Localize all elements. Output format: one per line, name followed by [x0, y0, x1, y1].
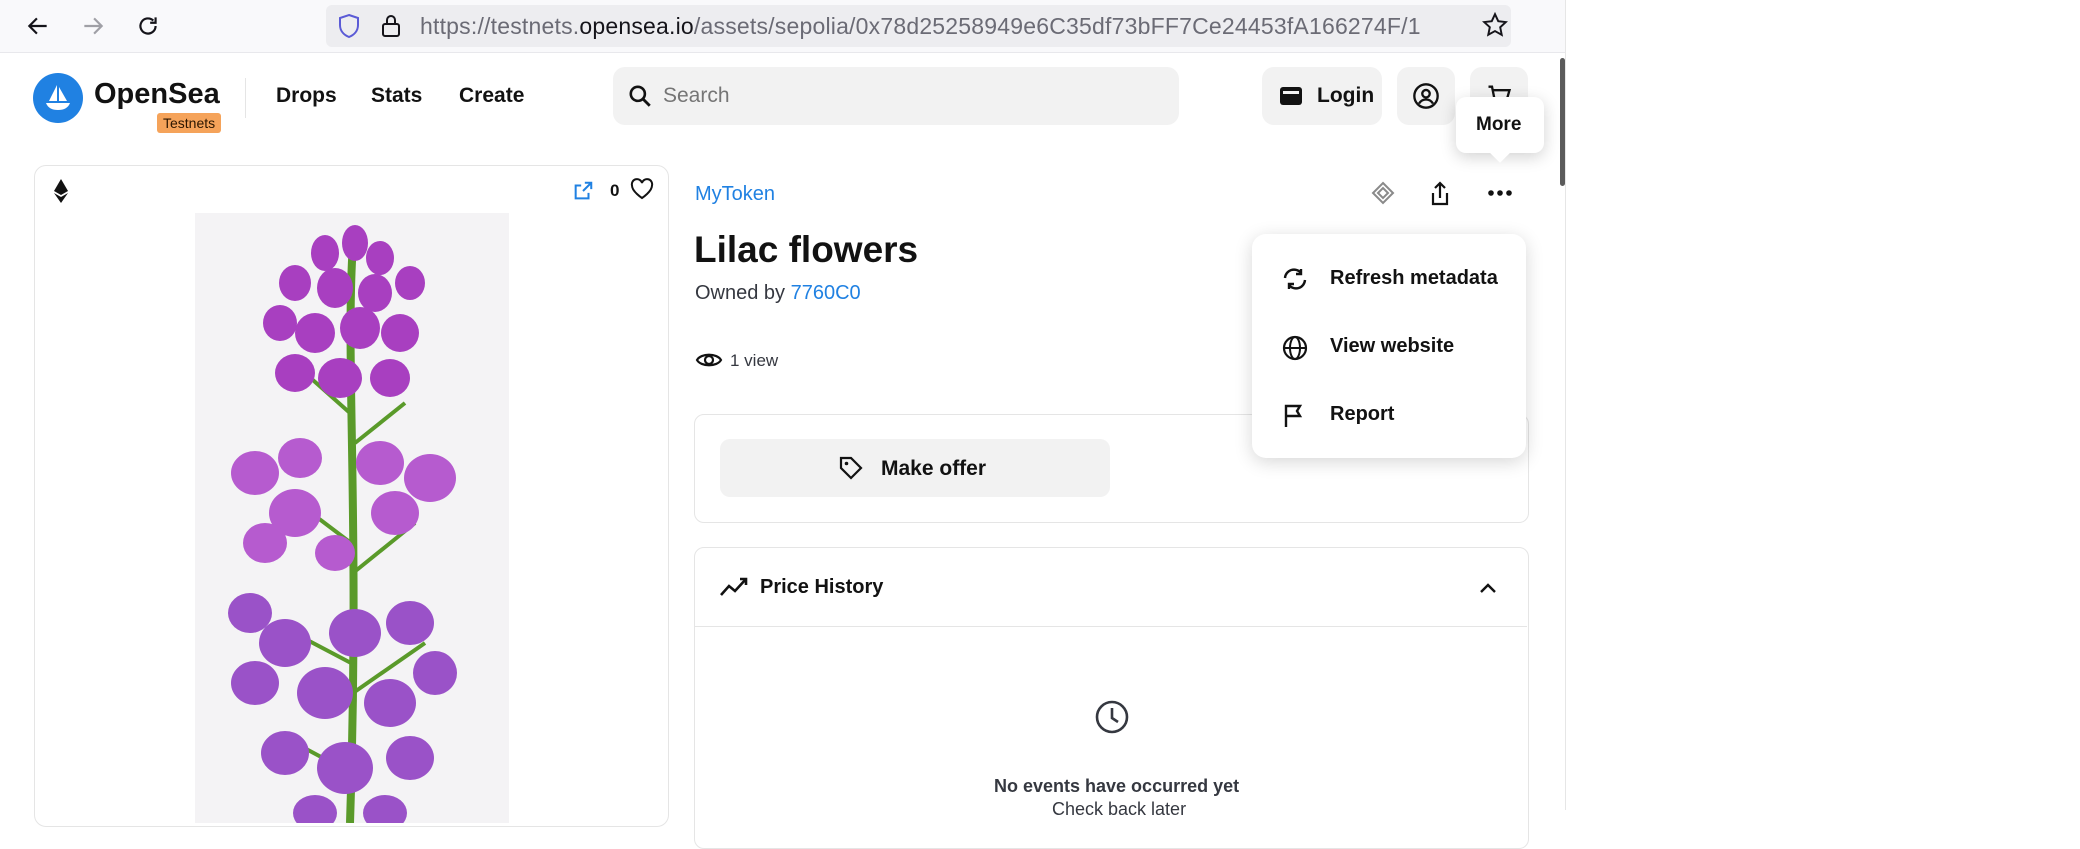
owner-link[interactable]: 7760C0	[791, 282, 861, 304]
asset-title: Lilac flowers	[694, 229, 919, 270]
back-arrow-icon	[27, 17, 47, 35]
globe-icon	[1282, 335, 1308, 361]
window-edge	[1565, 0, 1566, 810]
favorites-count: 0	[610, 181, 620, 200]
shield-icon	[339, 13, 359, 39]
views-count: 1 view	[730, 351, 779, 370]
lock-icon	[382, 15, 400, 37]
transfer-icon[interactable]	[1369, 180, 1397, 208]
opensea-logo[interactable]	[33, 73, 83, 123]
forward-arrow-icon	[84, 17, 104, 35]
boat-logo-icon	[46, 85, 70, 110]
menu-label-report: Report	[1330, 403, 1395, 425]
tag-icon	[839, 456, 863, 480]
header-divider	[245, 78, 246, 118]
heart-icon[interactable]	[630, 178, 654, 200]
trending-icon	[720, 577, 748, 596]
share-icon[interactable]	[1428, 180, 1452, 208]
refresh-icon	[1283, 268, 1307, 290]
nav-drops[interactable]: Drops	[276, 84, 337, 108]
account-circle-icon	[1413, 83, 1439, 109]
eye-icon	[695, 353, 723, 367]
bookmark-star-icon[interactable]	[1482, 12, 1508, 38]
search-placeholder: Search	[663, 84, 730, 107]
url-text[interactable]: https://testnets.opensea.io/assets/sepol…	[420, 13, 1421, 40]
nft-image[interactable]	[195, 213, 509, 823]
wallet-icon	[1280, 87, 1302, 105]
owned-by: Owned by 7760C0	[695, 282, 861, 304]
tooltip-label: More	[1476, 114, 1522, 135]
make-offer-label: Make offer	[881, 457, 987, 480]
clock-icon	[1095, 700, 1129, 734]
nav-stats[interactable]: Stats	[371, 84, 422, 108]
ethereum-icon	[54, 179, 68, 203]
empty-state-title: No events have occurred yet	[994, 776, 1240, 796]
flag-icon	[1284, 404, 1303, 427]
nav-create[interactable]: Create	[459, 84, 524, 108]
back-button[interactable]	[22, 10, 54, 42]
forward-button[interactable]	[77, 10, 109, 42]
more-options-icon[interactable]	[1487, 188, 1513, 198]
testnets-badge: Testnets	[157, 113, 222, 133]
logo-text[interactable]: OpenSea	[94, 78, 220, 111]
lilac-flower-illustration	[228, 225, 457, 823]
menu-label-view-website: View website	[1330, 335, 1455, 357]
login-label: Login	[1317, 84, 1375, 107]
price-history-divider	[695, 626, 1527, 627]
external-link-icon[interactable]	[572, 180, 594, 202]
profile-button[interactable]	[1397, 67, 1455, 125]
reload-icon	[139, 17, 157, 35]
reload-button[interactable]	[132, 10, 164, 42]
chevron-up-icon[interactable]	[1476, 577, 1500, 601]
collection-link[interactable]: MyToken	[695, 183, 775, 206]
price-history-title[interactable]: Price History	[760, 576, 883, 599]
menu-label-refresh-metadata: Refresh metadata	[1330, 267, 1498, 289]
search-icon	[629, 85, 651, 107]
